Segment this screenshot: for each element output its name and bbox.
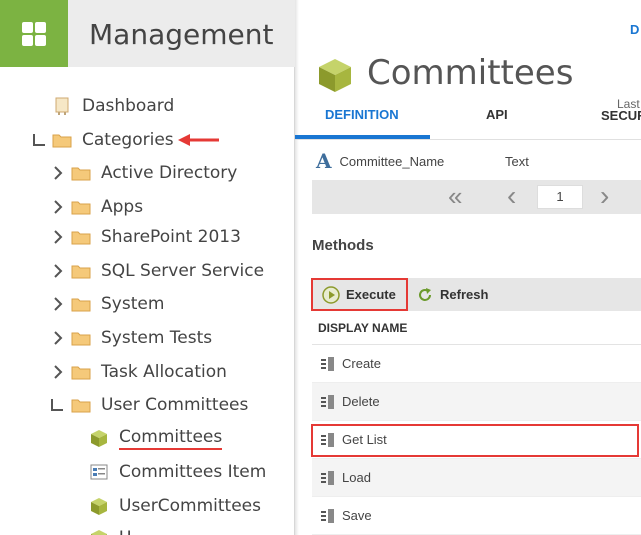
tree-item-categories[interactable]: Categories	[52, 126, 174, 154]
pager: « ‹ 1 ›	[312, 180, 641, 214]
tree-item-sql-server-service[interactable]: SQL Server Service	[71, 257, 264, 285]
method-name: Save	[342, 508, 372, 523]
folder-icon	[71, 366, 91, 380]
chevron-right-icon[interactable]	[53, 297, 63, 311]
text-type-icon: A	[316, 149, 332, 173]
collapse-toggle-icon[interactable]	[33, 134, 45, 146]
chevron-right-icon[interactable]	[53, 331, 63, 345]
method-icon	[321, 470, 334, 485]
column-header-display-name[interactable]: DISPLAY NAME	[312, 311, 641, 345]
previous-page-button[interactable]: ‹	[507, 182, 516, 210]
app-title: Management	[89, 18, 274, 51]
tree-item-label: Committees	[119, 427, 223, 450]
tree-item-label: Apps	[101, 197, 144, 217]
tree-item-label: Active Directory	[101, 163, 238, 183]
tree-item-system[interactable]: System	[71, 290, 164, 318]
tree-item-label: Task Allocation	[101, 362, 227, 382]
tree-item-label: SharePoint 2013	[101, 227, 241, 247]
chevron-right-icon[interactable]	[53, 365, 63, 379]
tree-item-label: SQL Server Service	[101, 261, 265, 281]
smartobject-cube-icon	[91, 430, 107, 447]
method-name: Delete	[342, 394, 380, 409]
property-row[interactable]: A Committee_Name Text	[312, 148, 641, 174]
tree-item-label: Dashboard	[82, 96, 175, 116]
tab-api[interactable]: API	[486, 107, 508, 122]
method-row[interactable]: Create	[312, 345, 641, 383]
tree-item-user-committees[interactable]: User Committees	[71, 391, 248, 419]
method-row[interactable]: Save	[312, 497, 641, 535]
tree-item-task-allocation[interactable]: Task Allocation	[71, 358, 227, 386]
chevron-right-icon[interactable]	[53, 166, 63, 180]
get-list-highlight	[311, 424, 639, 457]
property-type: Text	[505, 153, 529, 169]
app-launcher-button[interactable]	[0, 0, 68, 67]
refresh-label: Refresh	[440, 287, 489, 302]
folder-icon	[71, 298, 91, 312]
chevron-right-icon[interactable]	[53, 200, 63, 214]
tree-item-label: UserCommittees	[119, 496, 261, 516]
folder-icon	[71, 332, 91, 346]
folder-icon	[71, 265, 91, 279]
execute-highlight	[311, 278, 408, 311]
tab-definition[interactable]: DEFINITION	[325, 107, 399, 122]
dashboard-icon	[55, 97, 69, 115]
method-icon	[321, 394, 334, 409]
method-icon	[321, 508, 334, 523]
page-number-input[interactable]: 1	[537, 185, 583, 209]
tree-item-committees[interactable]: Committees	[89, 424, 223, 452]
form-icon	[90, 464, 108, 480]
grid-icon	[22, 21, 46, 46]
refresh-button[interactable]: Refresh	[416, 278, 488, 311]
tree-item-label: System	[101, 294, 165, 314]
method-icon	[321, 356, 334, 371]
tree-item-active-directory[interactable]: Active Directory	[71, 159, 237, 187]
tabs-divider	[295, 139, 641, 140]
tab-security[interactable]: SECUR	[601, 108, 641, 123]
tree-item-label: Committees Item	[119, 462, 267, 482]
tree-item-apps[interactable]: Apps	[71, 193, 143, 221]
arrow-annotation-icon	[178, 134, 219, 146]
tree-item-usercommittees[interactable]: UserCommittees	[89, 492, 261, 520]
folder-icon	[71, 231, 91, 245]
tree-item-sharepoint-2013[interactable]: SharePoint 2013	[71, 223, 241, 251]
method-row[interactable]: Load	[312, 459, 641, 497]
smartobject-cube-icon	[319, 59, 351, 92]
tree-item-dashboard[interactable]: Dashboard	[52, 92, 174, 120]
method-name: Create	[342, 356, 382, 371]
refresh-icon	[419, 287, 431, 301]
folder-icon	[71, 201, 91, 215]
tree-item-label: U	[119, 528, 131, 535]
tree-item-label: System Tests	[101, 328, 213, 348]
method-row[interactable]: Delete	[312, 383, 641, 421]
tree-item-system-tests[interactable]: System Tests	[71, 324, 212, 352]
first-page-button[interactable]: «	[448, 183, 462, 209]
header-link[interactable]: D	[630, 22, 639, 37]
tree-item-label: Categories	[82, 130, 174, 150]
smartobject-cube-icon	[91, 530, 107, 535]
folder-icon	[52, 134, 72, 148]
methods-heading: Methods	[312, 237, 374, 254]
chevron-right-icon[interactable]	[53, 230, 63, 244]
next-page-button[interactable]: ›	[600, 182, 609, 210]
smartobject-cube-icon	[91, 498, 107, 515]
chevron-right-icon[interactable]	[53, 264, 63, 278]
page-title: Committees	[367, 53, 574, 93]
tree-item-committees-item[interactable]: Committees Item	[89, 458, 266, 486]
folder-icon	[71, 399, 91, 413]
tree-item-label: User Committees	[101, 395, 249, 415]
property-name: Committee_Name	[339, 153, 445, 169]
tree-item-partial[interactable]: U	[89, 524, 131, 535]
collapse-toggle-icon[interactable]	[51, 399, 63, 411]
panel-divider	[295, 0, 299, 535]
method-name: Load	[342, 470, 371, 485]
folder-icon	[71, 167, 91, 181]
